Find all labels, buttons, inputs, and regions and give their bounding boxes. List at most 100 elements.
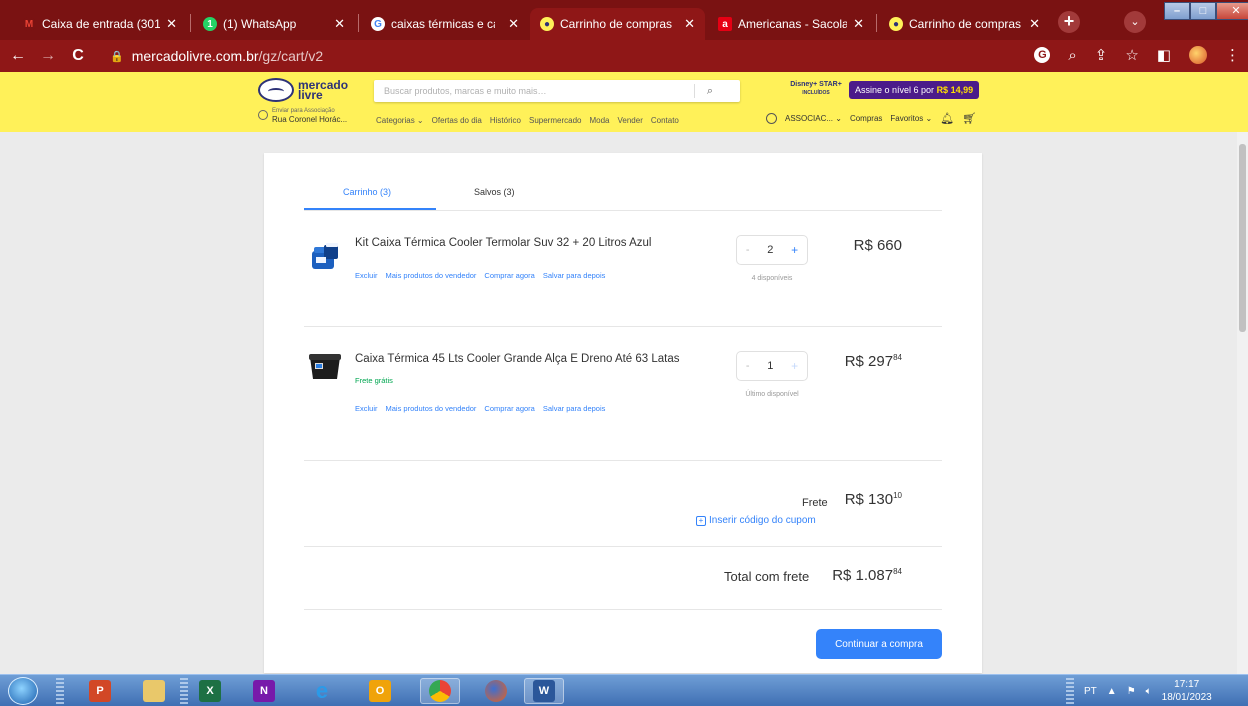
save-for-later-link[interactable]: Salvar para depois [543, 271, 606, 280]
nav-ofertas[interactable]: Ofertas do dia [432, 116, 482, 125]
product-thumbnail-cooler-black[interactable] [304, 345, 346, 387]
more-from-seller-link[interactable]: Mais produtos do vendedor [386, 404, 477, 413]
user-account-link[interactable]: ASSOCIAC... ⌄ [785, 114, 842, 123]
save-for-later-link[interactable]: Salvar para depois [543, 404, 606, 413]
menu-dots-icon[interactable]: ⋮ [1225, 46, 1240, 64]
close-icon[interactable]: ✕ [508, 16, 519, 32]
buy-now-link[interactable]: Comprar agora [484, 404, 534, 413]
scrollbar-thumb[interactable] [1239, 144, 1246, 332]
tab-title: Carrinho de compras [909, 17, 1022, 31]
clock-date: 18/01/2023 [1161, 692, 1212, 703]
taskbar-firefox[interactable] [476, 678, 516, 704]
page-scrollbar[interactable] [1237, 132, 1248, 674]
taskbar-excel[interactable]: X [190, 678, 230, 704]
minimize-button[interactable]: – [1164, 2, 1190, 20]
nav-contato[interactable]: Contato [651, 116, 679, 125]
show-hidden-icons[interactable]: ▲ [1107, 686, 1117, 697]
browser-tab-americanas[interactable]: a Americanas - Sacola ✕ [708, 8, 874, 40]
browser-tab-cart-2[interactable]: ● Carrinho de compras ✕ [879, 8, 1050, 40]
close-icon[interactable]: ✕ [166, 16, 177, 32]
item-title[interactable]: Caixa Térmica 45 Lts Cooler Grande Alça … [355, 353, 680, 365]
compras-link[interactable]: Compras [850, 114, 882, 123]
taskbar-chrome[interactable] [420, 678, 460, 704]
search-icon[interactable]: ⌕ [695, 85, 725, 98]
nav-historico[interactable]: Histórico [490, 116, 521, 125]
address-bar[interactable]: 🔒 mercadolivre.com.br/gz/cart/v2 [110, 44, 1030, 68]
taskbar-word[interactable]: W [524, 678, 564, 704]
new-tab-button[interactable]: + [1058, 11, 1080, 33]
taskbar-onenote[interactable]: N [244, 678, 284, 704]
disney-text: Disney+ STAR+ [790, 81, 842, 88]
decrease-qty-button[interactable]: - [746, 360, 750, 372]
shipping-label: Frete [802, 497, 828, 509]
buy-now-link[interactable]: Comprar agora [484, 271, 534, 280]
forward-icon[interactable]: → [36, 47, 60, 65]
search-input[interactable] [374, 86, 694, 96]
tab-carrinho[interactable]: Carrinho (3) [343, 187, 391, 197]
reload-icon[interactable]: C [66, 47, 90, 65]
tab-salvos[interactable]: Salvos (3) [474, 187, 515, 197]
taskbar-file-explorer[interactable] [134, 678, 174, 704]
continue-purchase-button[interactable]: Continuar a compra [816, 629, 942, 659]
product-thumbnail-cooler-blue[interactable] [304, 235, 346, 277]
taskbar-powerpoint[interactable]: P [80, 678, 120, 704]
firefox-icon [485, 680, 507, 702]
delete-link[interactable]: Excluir [355, 271, 378, 280]
tab-search-button[interactable]: ⌄ [1124, 11, 1146, 33]
cart-item: Kit Caixa Térmica Cooler Termolar Suv 32… [304, 213, 942, 327]
delivery-address[interactable]: Enviar para Associação Rua Coronel Horác… [258, 108, 347, 124]
close-icon[interactable]: ✕ [684, 16, 695, 32]
close-icon[interactable]: ✕ [334, 16, 345, 32]
total-amount: R$ 1.087 [832, 567, 894, 584]
taskbar-outlook[interactable]: O [360, 678, 400, 704]
item-price: R$ 29784 [845, 353, 902, 370]
increase-qty-button[interactable]: + [791, 243, 798, 257]
action-center-flag-icon[interactable]: ⚑ [1127, 686, 1136, 697]
nav-supermercado[interactable]: Supermercado [529, 116, 581, 125]
mercadolivre-logo[interactable]: mercado livre [258, 78, 348, 102]
handshake-logo-icon [258, 78, 294, 102]
taskbar-internet-explorer[interactable]: e [302, 678, 342, 704]
bell-icon[interactable]: 🔔︎ [940, 112, 954, 125]
chrome-icon [429, 680, 451, 702]
subscription-promo[interactable]: Assine o nível 6 por R$ 14,99 [849, 81, 980, 99]
profile-avatar-icon[interactable] [1189, 46, 1207, 64]
side-panel-icon[interactable]: ◧ [1157, 46, 1171, 64]
favoritos-link[interactable]: Favoritos ⌄ [890, 114, 932, 123]
close-icon[interactable]: ✕ [1029, 16, 1040, 32]
windows-start-button[interactable] [8, 677, 38, 705]
nav-moda[interactable]: Moda [589, 116, 609, 125]
tab-separator [190, 14, 191, 32]
browser-tab-google[interactable]: G caixas térmicas e caixa ✕ [361, 8, 529, 40]
nav-vender[interactable]: Vender [618, 116, 643, 125]
browser-tab-whatsapp[interactable]: 1 (1) WhatsApp ✕ [193, 8, 355, 40]
taskbar-grip [180, 678, 188, 704]
zoom-icon[interactable]: ⌕ [1068, 47, 1076, 64]
google-lens-icon[interactable]: G [1034, 47, 1051, 63]
language-indicator[interactable]: PT [1084, 686, 1097, 697]
volume-icon[interactable]: 🔈︎ [1146, 686, 1152, 697]
cart-icon[interactable]: 🛒︎ [962, 112, 976, 125]
close-window-button[interactable]: ✕ [1216, 2, 1248, 20]
browser-tab-cart-active[interactable]: ● Carrinho de compras ✕ [530, 8, 705, 40]
increase-qty-button[interactable]: + [791, 359, 798, 373]
back-icon[interactable]: ← [6, 47, 30, 65]
delete-link[interactable]: Excluir [355, 404, 378, 413]
category-nav: Categorias ⌄ Ofertas do dia Histórico Su… [376, 116, 679, 125]
total-label: Total com frete [724, 569, 810, 584]
browser-tab-gmail[interactable]: M Caixa de entrada (301) ✕ [12, 8, 187, 40]
more-from-seller-link[interactable]: Mais produtos do vendedor [386, 271, 477, 280]
maximize-button[interactable]: □ [1190, 2, 1216, 20]
bookmark-star-icon[interactable]: ☆ [1125, 46, 1138, 64]
decrease-qty-button[interactable]: - [746, 244, 750, 256]
share-icon[interactable]: ⇪ [1095, 46, 1108, 64]
site-header: mercado livre ⌕ Disney+ STAR+ INCLUÍDOS … [0, 72, 1248, 132]
close-icon[interactable]: ✕ [853, 16, 864, 32]
item-title[interactable]: Kit Caixa Térmica Cooler Termolar Suv 32… [355, 237, 651, 249]
nav-categorias[interactable]: Categorias ⌄ [376, 116, 424, 125]
coupon-link[interactable]: + Inserir código do cupom [696, 515, 816, 526]
shipping-cents: 10 [893, 491, 902, 500]
disney-star-badge[interactable]: Disney+ STAR+ INCLUÍDOS [788, 81, 844, 99]
taskbar-clock[interactable]: 17:17 18/01/2023 [1162, 678, 1212, 704]
tab-title: Americanas - Sacola [738, 17, 848, 31]
